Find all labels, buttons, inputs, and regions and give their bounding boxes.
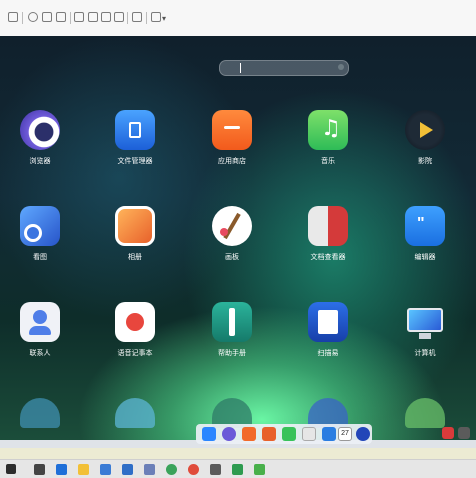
app-icon[interactable] (166, 464, 177, 475)
view-icon[interactable] (74, 12, 84, 22)
store-icon[interactable] (100, 464, 111, 475)
app-label: 计算机 (414, 350, 436, 357)
browser-icon (20, 110, 60, 150)
app-label: 联系人 (29, 350, 51, 357)
app-draw[interactable]: 画板 (192, 206, 272, 262)
app-icon-partial[interactable] (405, 398, 445, 428)
app-movie[interactable]: 影院 (385, 110, 465, 166)
search-icon (338, 64, 344, 70)
contacts-icon (20, 302, 60, 342)
host-taskbar (0, 459, 476, 478)
app-computer[interactable]: 计算机 (385, 302, 465, 358)
app-music[interactable]: ♫ 音乐 (288, 110, 368, 166)
app-label: 语音记事本 (117, 350, 153, 357)
music-icon[interactable] (282, 427, 296, 441)
chevron-down-icon[interactable]: ▾ (162, 14, 166, 23)
app-label: 扫描易 (317, 350, 339, 357)
vm-icon[interactable] (232, 464, 243, 475)
app-store[interactable]: 应用商店 (192, 110, 272, 166)
app-editor[interactable]: " 编辑器 (385, 206, 465, 262)
image-viewer-icon (20, 206, 60, 246)
movie-icon (405, 110, 445, 150)
document-icon[interactable] (302, 427, 316, 441)
app-file-manager[interactable]: 文件管理器 (95, 110, 175, 166)
album-icon[interactable] (262, 427, 276, 441)
host-notification-strip (0, 448, 476, 459)
mail-icon[interactable] (122, 464, 133, 475)
vm-toolbar: ▾ (0, 0, 476, 37)
edge-icon[interactable] (56, 464, 67, 475)
app-label: 应用商店 (218, 158, 246, 165)
settings-icon[interactable] (8, 12, 18, 22)
app-label: 看图 (33, 254, 47, 261)
history-icon[interactable] (28, 12, 38, 22)
app-label: 文件管理器 (117, 158, 153, 165)
chrome-icon[interactable] (188, 464, 199, 475)
file-manager-icon (115, 110, 155, 150)
expand-icon[interactable] (151, 12, 161, 22)
app-icon[interactable] (144, 464, 155, 475)
app-contacts[interactable]: 联系人 (0, 302, 80, 358)
album-icon (115, 206, 155, 246)
app-scanner[interactable]: 扫描易 (288, 302, 368, 358)
text-cursor (240, 63, 241, 73)
app-label: 浏览器 (29, 158, 51, 165)
browser-icon[interactable] (222, 427, 236, 441)
settings-icon[interactable] (356, 427, 370, 441)
window-icon[interactable] (88, 12, 98, 22)
app-icon-partial[interactable] (20, 398, 60, 428)
app-store-icon[interactable] (242, 427, 256, 441)
toolbar-separator (127, 12, 128, 24)
launcher-icon[interactable] (202, 427, 216, 441)
start-icon[interactable] (6, 464, 16, 474)
wechat-icon[interactable] (254, 464, 265, 475)
folder-icon[interactable] (78, 464, 89, 475)
computer-icon (405, 302, 445, 342)
app-voice-notes[interactable]: 语音记事本 (95, 302, 175, 358)
dock: 27 (196, 424, 372, 444)
help-manual-icon (212, 302, 252, 342)
app-label: 音乐 (321, 158, 335, 165)
draw-icon (212, 206, 252, 246)
dock-tray (436, 426, 472, 442)
toolbar-separator (22, 12, 23, 24)
app-label: 相册 (128, 254, 142, 261)
launcher-fullscreen: 浏览器 文件管理器 应用商店 ♫ 音乐 影院 看图 相册 画板 文档查看器 " … (0, 36, 476, 440)
trash-icon[interactable] (458, 427, 470, 439)
network-icon[interactable] (56, 12, 66, 22)
chat-icon[interactable] (322, 427, 336, 441)
app-document-viewer[interactable]: 文档查看器 (288, 206, 368, 262)
editor-icon: " (405, 206, 445, 246)
voice-notes-icon (115, 302, 155, 342)
console-icon[interactable] (132, 12, 142, 22)
app-store-icon (212, 110, 252, 150)
search-input[interactable] (219, 60, 349, 76)
shrink-icon[interactable] (114, 12, 124, 22)
scanner-icon (308, 302, 348, 342)
calendar-icon[interactable]: 27 (338, 427, 352, 441)
app-icon-partial[interactable] (115, 398, 155, 428)
fullscreen-icon[interactable] (101, 12, 111, 22)
app-browser[interactable]: 浏览器 (0, 110, 80, 166)
toolbar-separator (70, 12, 71, 24)
app-label: 画板 (225, 254, 239, 261)
app-album[interactable]: 相册 (95, 206, 175, 262)
toolbar-separator (146, 12, 147, 24)
app-help-manual[interactable]: 帮助手册 (192, 302, 272, 358)
power-icon[interactable] (442, 427, 454, 439)
music-icon: ♫ (308, 110, 348, 150)
snapshot-icon[interactable] (42, 12, 52, 22)
app-label: 影院 (418, 158, 432, 165)
app-label: 帮助手册 (218, 350, 246, 357)
app-image-viewer[interactable]: 看图 (0, 206, 80, 262)
task-view-icon[interactable] (34, 464, 45, 475)
app-label: 编辑器 (414, 254, 436, 261)
document-viewer-icon (308, 206, 348, 246)
app-icon[interactable] (210, 464, 221, 475)
app-label: 文档查看器 (310, 254, 346, 261)
